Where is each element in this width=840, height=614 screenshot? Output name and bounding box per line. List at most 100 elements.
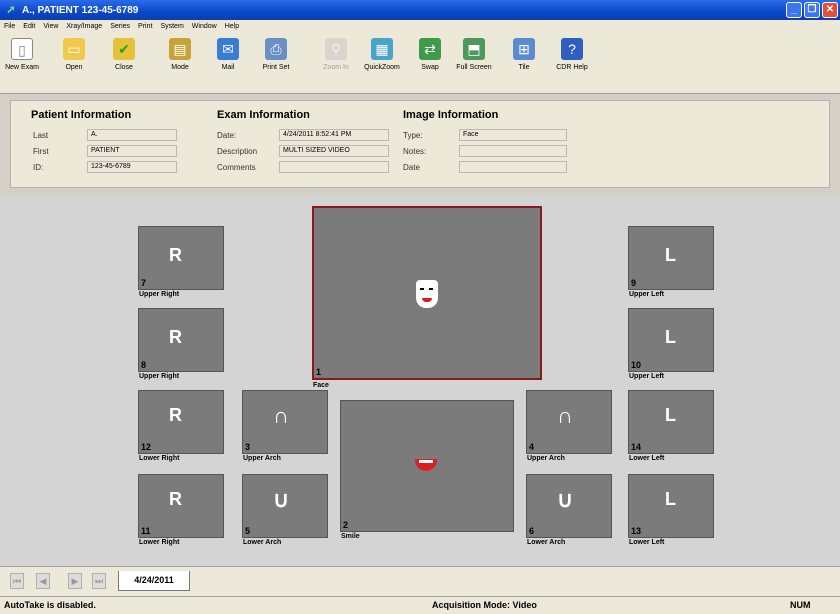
help-icon: ? (561, 38, 583, 60)
quickzoom-icon: ▦ (371, 38, 393, 60)
menu-bar: File Edit View Xray/Image Series Print S… (0, 20, 840, 32)
menu-file[interactable]: File (4, 23, 15, 30)
tile-lower-left-14[interactable]: L 14 (628, 390, 714, 454)
close-exam-button[interactable]: ✔ Close (104, 36, 144, 80)
tile-face-1[interactable]: 1 (312, 206, 542, 380)
acquisition-mode-status: Acquisition Mode: Video (432, 600, 537, 610)
tooth-icon: L (665, 489, 676, 509)
window-controls: _ ❐ ✕ (786, 2, 838, 18)
tile-label: Lower Left (629, 455, 665, 462)
mode-button[interactable]: ▤ Mode (160, 36, 200, 80)
face-image (416, 280, 438, 308)
menu-help[interactable]: Help (225, 23, 239, 30)
mail-icon: ✉ (217, 38, 239, 60)
title-bar: ➚ A., PATIENT 123-45-6789 _ ❐ ✕ (0, 0, 840, 20)
image-notes-field[interactable] (459, 145, 567, 157)
zoom-in-button[interactable]: ⚲ Zoom In (316, 36, 356, 80)
patient-last-field[interactable]: A. (87, 129, 177, 141)
arch-icon: ∪ (557, 487, 574, 512)
menu-edit[interactable]: Edit (23, 23, 35, 30)
arch-icon: ∩ (273, 403, 289, 428)
tile-label: Lower Right (139, 539, 180, 546)
menu-window[interactable]: Window (192, 23, 217, 30)
image-date-field[interactable] (459, 161, 567, 173)
tile-upper-left-10[interactable]: L 10 (628, 308, 714, 372)
tile-icon: ⊞ (513, 38, 535, 60)
num-lock-indicator: NUM (790, 600, 811, 610)
tile-lower-arch-5[interactable]: ∪ 5 (242, 474, 328, 538)
new-exam-button[interactable]: ▯ New Exam (2, 36, 42, 80)
patient-info-title: Patient Information (31, 109, 132, 121)
print-set-button[interactable]: ⎙ Print Set (256, 36, 296, 80)
menu-print[interactable]: Print (138, 23, 152, 30)
tile-label: Lower Left (629, 539, 665, 546)
tile-upper-arch-4[interactable]: ∩ 4 (526, 390, 612, 454)
maximize-button[interactable]: ❐ (804, 2, 820, 18)
patient-id-field[interactable]: 123-45-6789 (87, 161, 177, 173)
next-page-icon[interactable]: ▶ (68, 573, 82, 589)
toolbar: ▯ New Exam ▭ Open ✔ Close ▤ Mode ✉ Mail … (0, 32, 840, 94)
tile-lower-left-13[interactable]: L 13 (628, 474, 714, 538)
tile-upper-arch-3[interactable]: ∩ 3 (242, 390, 328, 454)
open-button[interactable]: ▭ Open (54, 36, 94, 80)
tile-upper-left-9[interactable]: L 9 (628, 226, 714, 290)
printer-icon: ⎙ (265, 38, 287, 60)
mouth-icon (422, 298, 432, 302)
tile-label: Lower Arch (527, 539, 566, 546)
eye-icon (429, 288, 433, 290)
exam-comments-field[interactable] (279, 161, 389, 173)
tile-label: Upper Left (629, 373, 664, 380)
tile-label: Smile (341, 533, 360, 540)
exam-date-field[interactable]: 4/24/2011 8:52:41 PM (279, 129, 389, 141)
tile-lower-right-11[interactable]: R 11 (138, 474, 224, 538)
app-icon: ➚ (6, 4, 16, 16)
tile-button[interactable]: ⊞ Tile (504, 36, 544, 80)
tooth-icon: L (665, 327, 676, 347)
quickzoom-button[interactable]: ▦ QuickZoom (362, 36, 402, 80)
swap-button[interactable]: ⇄ Swap (410, 36, 450, 80)
eye-icon (420, 288, 424, 290)
tab-date[interactable]: 4/24/2011 (118, 571, 190, 591)
menu-xray-image[interactable]: Xray/Image (66, 23, 102, 30)
first-page-icon[interactable]: ⏮ (10, 573, 24, 589)
minimize-button[interactable]: _ (786, 2, 802, 18)
cdr-help-button[interactable]: ? CDR Help (552, 36, 592, 80)
menu-system[interactable]: System (160, 23, 183, 30)
tooth-icon: R (169, 327, 182, 347)
close-button[interactable]: ✕ (822, 2, 838, 18)
last-page-icon[interactable]: ⏭ (92, 573, 106, 589)
close-folder-icon: ✔ (113, 38, 135, 60)
tile-label: Upper Right (139, 373, 180, 380)
tile-smile-2[interactable]: 2 (340, 400, 514, 532)
tile-lower-arch-6[interactable]: ∪ 6 (526, 474, 612, 538)
tooth-icon: R (169, 405, 182, 425)
mail-button[interactable]: ✉ Mail (208, 36, 248, 80)
tile-label: Upper Left (629, 291, 664, 298)
status-bar: AutoTake is disabled. Acquisition Mode: … (0, 596, 840, 614)
tile-label: Lower Right (139, 455, 180, 462)
previous-page-icon[interactable]: ◀ (36, 573, 50, 589)
patient-first-field[interactable]: PATIENT (87, 145, 177, 157)
tile-label: Upper Right (139, 291, 180, 298)
new-exam-icon: ▯ (11, 38, 33, 60)
zoom-in-icon: ⚲ (325, 38, 347, 60)
swap-icon: ⇄ (419, 38, 441, 60)
mode-icon: ▤ (169, 38, 191, 60)
menu-series[interactable]: Series (110, 23, 130, 30)
exam-description-field[interactable]: MULTI SIZED VIDEO (279, 145, 389, 157)
menu-view[interactable]: View (43, 23, 58, 30)
tab-bar: ⏮ ◀ ▶ ⏭ 4/24/2011 (0, 566, 840, 596)
open-folder-icon: ▭ (63, 38, 85, 60)
tile-label: Face (313, 382, 329, 389)
image-type-field[interactable]: Face (459, 129, 567, 141)
exam-info-title: Exam Information (217, 109, 310, 121)
tile-lower-right-12[interactable]: R 12 (138, 390, 224, 454)
image-grid: R 7 Upper Right R 8 Upper Right R 12 Low… (0, 196, 840, 566)
window-title: A., PATIENT 123-45-6789 (22, 4, 139, 16)
full-screen-button[interactable]: ⬒ Full Screen (454, 36, 494, 80)
tooth-icon: R (169, 245, 182, 265)
tooth-icon: L (665, 245, 676, 265)
tile-upper-right-7[interactable]: R 7 (138, 226, 224, 290)
arch-icon: ∩ (557, 403, 573, 428)
tile-upper-right-8[interactable]: R 8 (138, 308, 224, 372)
